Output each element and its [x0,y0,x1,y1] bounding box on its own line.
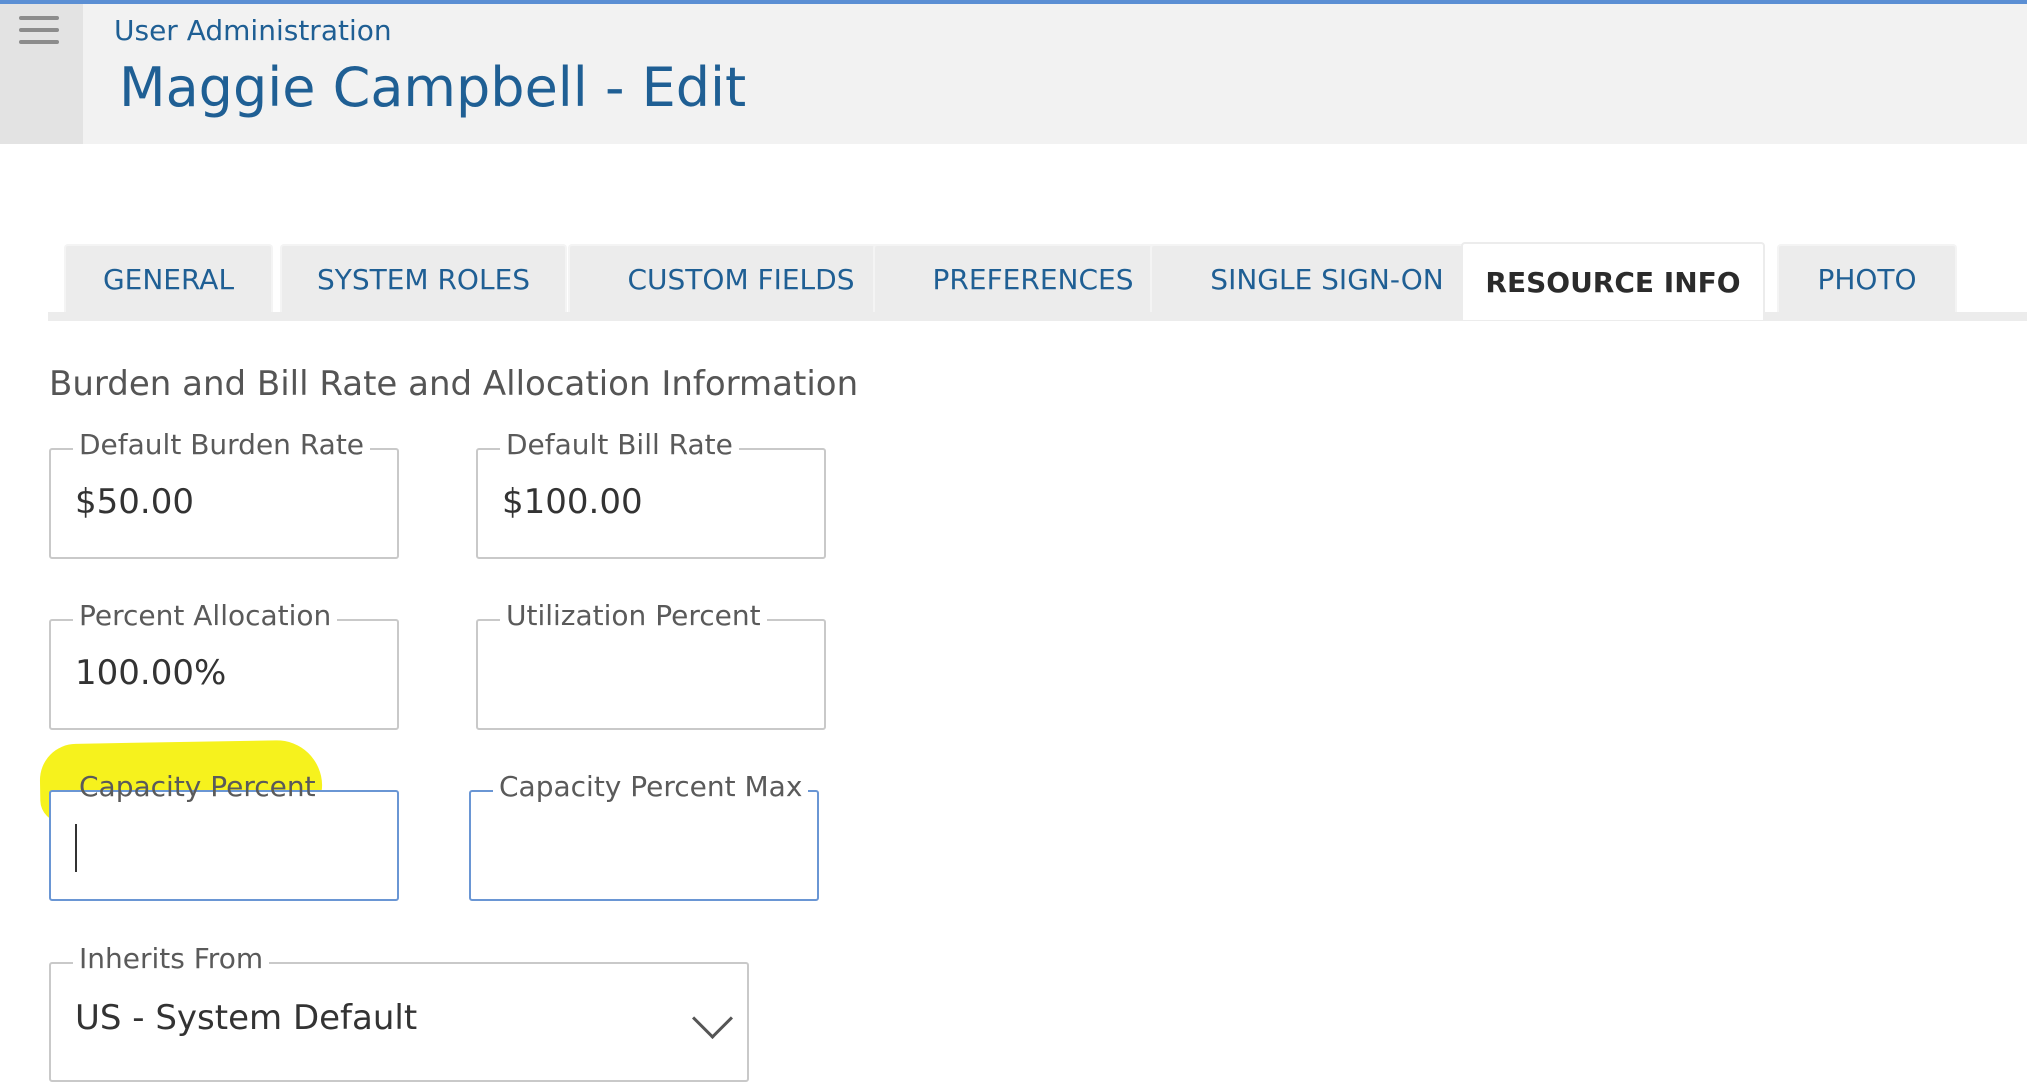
percent-allocation-field[interactable]: Percent Allocation 100.00% [49,599,399,730]
capacity-percent-max-label: Capacity Percent Max [493,770,809,803]
default-bill-rate-field[interactable]: Default Bill Rate $100.00 [476,428,826,559]
percent-allocation-value[interactable]: 100.00% [75,653,381,693]
default-burden-rate-value[interactable]: $50.00 [75,482,381,522]
tab-photo[interactable]: PHOTO [1777,244,1957,312]
tab-general[interactable]: GENERAL [64,244,273,312]
tab-preferences[interactable]: PREFERENCES [873,244,1193,312]
tab-bar: GENERAL SYSTEM ROLES CUSTOM FIELDS PREFE… [48,242,2027,322]
utilization-percent-label: Utilization Percent [500,599,767,632]
hamburger-menu-icon-bar [19,40,59,44]
percent-allocation-label: Percent Allocation [73,599,338,632]
page-header: User Administration Maggie Campbell - Ed… [0,4,2027,144]
capacity-percent-label: Capacity Percent [79,770,316,803]
text-caret [75,824,77,872]
default-bill-rate-value[interactable]: $100.00 [502,482,808,522]
tab-resource-info[interactable]: RESOURCE INFO [1461,242,1765,320]
breadcrumb[interactable]: User Administration [114,14,392,47]
inherits-from-value[interactable]: US - System Default [75,998,731,1038]
default-burden-rate-field[interactable]: Default Burden Rate $50.00 [49,428,399,559]
section-title: Burden and Bill Rate and Allocation Info… [49,364,859,404]
inherits-from-select[interactable]: Inherits From US - System Default [49,942,749,1082]
utilization-percent-field[interactable]: Utilization Percent [476,599,826,730]
default-burden-rate-label: Default Burden Rate [73,428,371,461]
hamburger-menu-button[interactable] [0,4,83,144]
tab-custom-fields[interactable]: CUSTOM FIELDS [568,244,914,312]
inherits-from-label: Inherits From [73,942,270,975]
capacity-percent-max-field[interactable]: Capacity Percent Max [469,770,819,901]
default-bill-rate-label: Default Bill Rate [500,428,739,461]
hamburger-menu-icon-bar [19,28,59,32]
page-title: Maggie Campbell - Edit [119,56,747,119]
tab-single-sign-on[interactable]: SINGLE SIGN-ON [1150,244,1504,312]
capacity-percent-field[interactable]: Capacity Percent [49,770,399,901]
hamburger-menu-icon [19,16,59,20]
tab-system-roles[interactable]: SYSTEM ROLES [280,244,567,312]
